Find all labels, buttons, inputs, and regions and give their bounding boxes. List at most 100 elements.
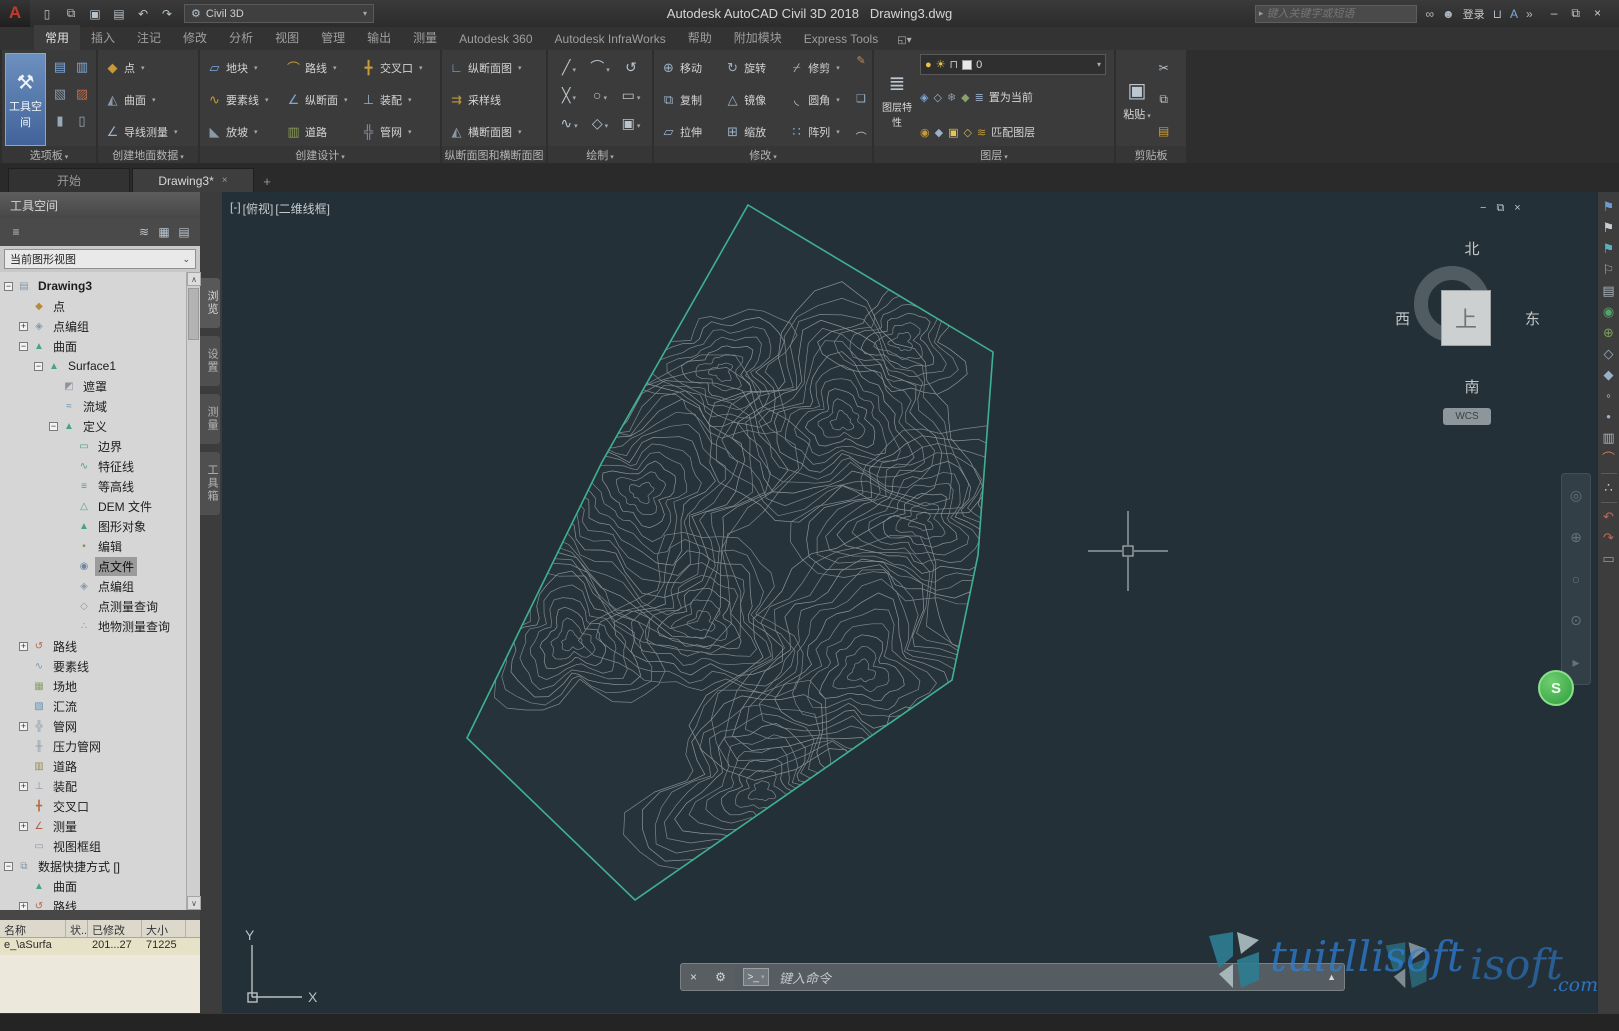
circle-tool-icon[interactable]: ○ (593, 87, 607, 103)
flag-outline-icon[interactable]: ⚐ (1603, 263, 1615, 277)
plot-icon[interactable]: ▤ (110, 7, 128, 21)
spline-tool-icon[interactable]: ∿ (560, 115, 577, 132)
toolbox-palette-icon[interactable]: ▨ (76, 86, 88, 102)
tree-item-31[interactable]: +↺路线 (0, 896, 200, 910)
polyline-tool-icon[interactable]: ↺ (625, 59, 637, 76)
tree-item-label[interactable]: 要素线 (50, 657, 92, 676)
expander-icon[interactable]: − (4, 282, 13, 291)
tab-start[interactable]: 开始 (8, 168, 130, 192)
doc-points-icon[interactable]: ▥ (1602, 431, 1614, 445)
ribbon-tab-9[interactable]: Autodesk 360 (448, 28, 543, 50)
tree-item-label[interactable]: 汇流 (50, 697, 80, 716)
expander-icon[interactable]: + (19, 322, 28, 331)
vp-visualstyle-control[interactable]: [二维线框] (275, 200, 330, 217)
toolspace-title[interactable]: 工具空间 (0, 192, 200, 218)
intersection-button[interactable]: ╋ 交叉口 (357, 54, 433, 81)
content-palette-icon[interactable]: ▯ (78, 113, 85, 129)
stretch-button[interactable]: ▱ 拉伸 (657, 118, 718, 145)
properties-palette-icon[interactable]: ▤ (54, 59, 66, 75)
recorder-badge[interactable]: S (1538, 670, 1574, 706)
tree-item-label[interactable]: 视图框组 (50, 837, 104, 856)
panel-label-design[interactable]: 创建设计 (295, 147, 345, 163)
tree-item-label[interactable]: 点测量查询 (95, 597, 161, 616)
expander-icon[interactable]: − (4, 862, 13, 871)
exchange-apps-icon[interactable]: A (1510, 7, 1518, 21)
tree-item-17[interactable]: −∴地物测量查询 (0, 616, 200, 636)
mirror-button[interactable]: △ 镜像 (721, 86, 782, 113)
points-button[interactable]: ◆ 点 (101, 54, 182, 81)
showmotion-icon[interactable]: ▸ (1572, 654, 1579, 671)
ribbon-tab-6[interactable]: 管理 (310, 25, 356, 50)
trim-button[interactable]: ⌿ 修剪 (785, 54, 850, 81)
compass-north[interactable]: 北 (1387, 238, 1557, 259)
tree-item-19[interactable]: −∿要素线 (0, 656, 200, 676)
tree-item-label[interactable]: 曲面 (50, 337, 80, 356)
tree-item-4[interactable]: −▲Surface1 (0, 356, 200, 376)
search-go-icon[interactable]: ▸ (1256, 8, 1267, 19)
minimize-button[interactable]: – (1551, 6, 1558, 21)
tree-item-12[interactable]: −▲图形对象 (0, 516, 200, 536)
scroll-down-icon[interactable]: ∨ (187, 896, 201, 910)
point-diamond-icon[interactable]: ◇ (1604, 347, 1614, 361)
tree-item-24[interactable]: −▥道路 (0, 756, 200, 776)
toolspace-tab-1[interactable]: 设置 (200, 336, 220, 386)
new-tab-button[interactable]: + (256, 170, 278, 192)
rectangle-tool-icon[interactable]: ▭ (622, 87, 641, 104)
xline-tool-icon[interactable]: ╳ (562, 87, 576, 104)
flag-cyan-icon[interactable]: ⚑ (1603, 242, 1615, 256)
panorama-palette-icon[interactable]: ▥ (76, 59, 88, 75)
profile-view-button[interactable]: ∟ 纵断面图 (445, 54, 526, 81)
panel-label-sections[interactable]: 纵断面图和横断面图 (445, 147, 544, 163)
cut-icon[interactable]: ✂ (1159, 61, 1169, 75)
tree-item-20[interactable]: −▦场地 (0, 676, 200, 696)
tree-item-28[interactable]: −▭视图框组 (0, 836, 200, 856)
tree-item-label[interactable]: 曲面 (50, 877, 80, 896)
search-binoculars-icon[interactable]: ∞ (1425, 7, 1434, 21)
traverse-button[interactable]: ∠ 导线测量 (101, 118, 182, 145)
redo-red-icon[interactable]: ↷ (1603, 531, 1614, 545)
set-current-button[interactable]: 置为当前 (989, 89, 1033, 105)
layer-match-icon[interactable]: ≋ (977, 126, 986, 139)
layer-off-icon[interactable]: ◈ (920, 91, 928, 104)
tree-item-15[interactable]: −◈点编组 (0, 576, 200, 596)
tree-item-21[interactable]: −▧汇流 (0, 696, 200, 716)
command-placeholder[interactable]: 键入命令 (779, 968, 831, 987)
hatch-tool-icon[interactable]: ▣ (622, 115, 641, 132)
col-size[interactable]: 大小 (142, 920, 186, 937)
expander-icon[interactable]: + (19, 642, 28, 651)
workspace-dropdown[interactable]: ⚙ Civil 3D ▾ (184, 4, 374, 23)
parcel-button[interactable]: ▱ 地块 (203, 54, 279, 81)
tree-item-6[interactable]: −≈流域 (0, 396, 200, 416)
vp-close-icon[interactable]: × (1514, 202, 1520, 215)
col-modified[interactable]: 已修改 (88, 920, 142, 937)
tree-item-label[interactable]: 编辑 (95, 537, 125, 556)
ribbon-tab-10[interactable]: Autodesk InfraWorks (544, 28, 677, 50)
ribbon-tab-4[interactable]: 分析 (218, 25, 264, 50)
flag-blue-icon[interactable]: ⚑ (1603, 200, 1615, 214)
panel-label-palettes[interactable]: 选项板 (30, 147, 69, 163)
search-input[interactable] (1266, 8, 1416, 20)
tree-scrollbar[interactable]: ∧ ∨ (186, 272, 200, 910)
toolspace-tab-2[interactable]: 测量 (200, 394, 220, 444)
survey-palette-icon[interactable]: ▧ (54, 86, 66, 102)
tree-item-label[interactable]: DEM 文件 (95, 497, 155, 516)
layer-thaw-icon[interactable]: ▣ (948, 126, 958, 139)
tree-item-16[interactable]: −◇点测量查询 (0, 596, 200, 616)
layer-combo[interactable]: ● ☀ ⊓ 0 ▾ (920, 54, 1106, 75)
tree-item-label[interactable]: 交叉口 (50, 797, 92, 816)
close-button[interactable]: × (1594, 6, 1601, 21)
tree-item-label[interactable]: 特征线 (95, 457, 137, 476)
copy-clip-icon[interactable]: ⧉ (1159, 92, 1168, 107)
assembly-button[interactable]: ⊥ 装配 (357, 86, 433, 113)
save-icon[interactable]: ▣ (86, 7, 104, 21)
compass-east[interactable]: 东 (1525, 308, 1540, 329)
orbit-icon[interactable]: ⊙ (1570, 612, 1582, 629)
surfaces-button[interactable]: ◭ 曲面 (101, 86, 182, 113)
tree-item-11[interactable]: −△DEM 文件 (0, 496, 200, 516)
paste-button[interactable]: ▣ 粘贴 (1119, 53, 1155, 146)
ribbon-tab-13[interactable]: Express Tools (793, 28, 889, 50)
alignment-button[interactable]: ⌒ 路线 (282, 54, 354, 81)
point-small-icon[interactable]: ◦ (1606, 389, 1611, 403)
array-button[interactable]: ∷ 阵列 (785, 118, 850, 145)
tree-item-23[interactable]: −╫压力管网 (0, 736, 200, 756)
